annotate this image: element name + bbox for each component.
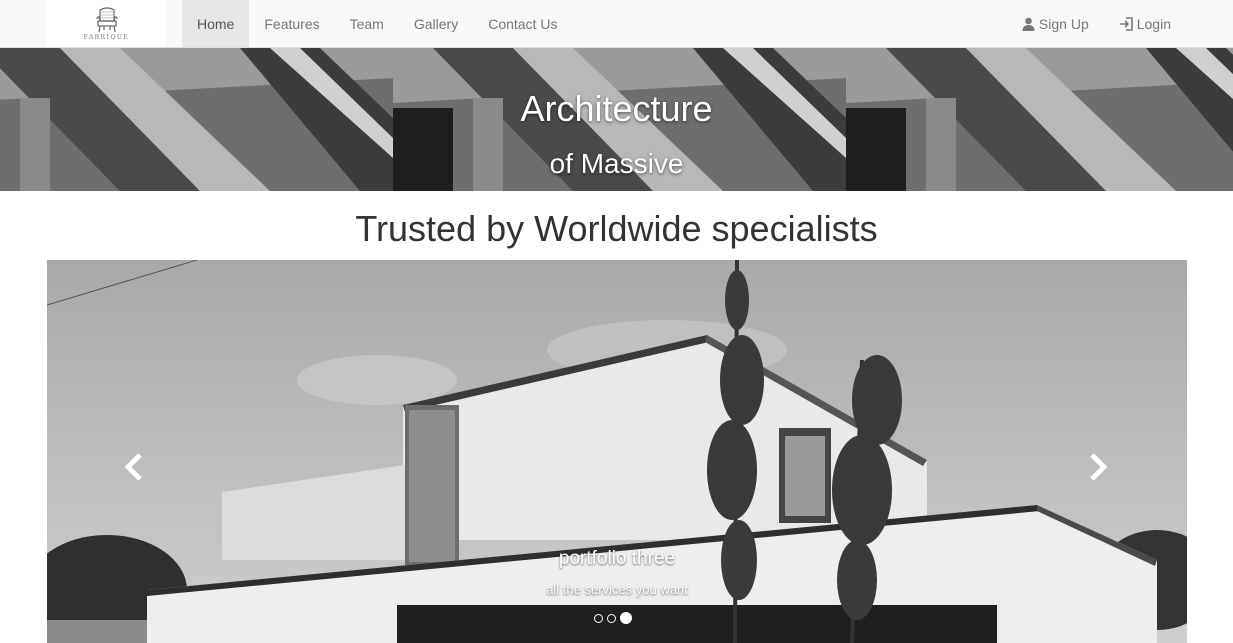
carousel-caption-title: portfolio three: [558, 548, 676, 569]
armchair-logo-icon: [95, 6, 118, 32]
carousel-indicator-1[interactable]: [594, 613, 603, 623]
carousel-indicator-2[interactable]: [607, 613, 616, 623]
carousel-prev-button[interactable]: [119, 450, 149, 484]
carousel-indicator-3[interactable]: [620, 612, 632, 624]
main-nav: Home Features Team Gallery Contact Us: [182, 0, 572, 47]
nav-item-features[interactable]: Features: [249, 0, 334, 47]
login-link[interactable]: Login: [1104, 0, 1186, 47]
hero-subtitle: of Massive: [549, 148, 684, 179]
account-nav: Sign Up Login: [1007, 0, 1186, 47]
chevron-right-icon: [1090, 453, 1108, 481]
sign-up-label: Sign Up: [1038, 15, 1089, 32]
nav-item-home[interactable]: Home: [182, 0, 250, 47]
section-title: Trusted by Worldwide specialists: [355, 208, 878, 249]
carousel-indicators: [594, 612, 632, 624]
chevron-left-icon: [124, 453, 142, 481]
carousel-caption-text: all the services you want: [546, 582, 688, 597]
nav-item-team[interactable]: Team: [335, 0, 399, 47]
portfolio-carousel: portfolio three all the services you wan…: [47, 260, 1187, 643]
carousel-next-button[interactable]: [1083, 450, 1113, 484]
sign-up-link[interactable]: Sign Up: [1007, 0, 1104, 47]
user-icon: [1022, 17, 1035, 31]
brand-logo[interactable]: FABRIQUE: [47, 0, 166, 47]
brand-name: FABRIQUE: [83, 33, 130, 41]
login-label: Login: [1136, 15, 1171, 32]
navbar: FABRIQUE Home Features Team Gallery Cont…: [0, 0, 1233, 48]
nav-item-gallery[interactable]: Gallery: [399, 0, 473, 47]
login-icon: [1119, 16, 1133, 31]
hero-banner: Architecture of Massive: [0, 48, 1233, 191]
nav-item-contact-us[interactable]: Contact Us: [473, 0, 572, 47]
hero-title: Architecture: [520, 88, 713, 129]
